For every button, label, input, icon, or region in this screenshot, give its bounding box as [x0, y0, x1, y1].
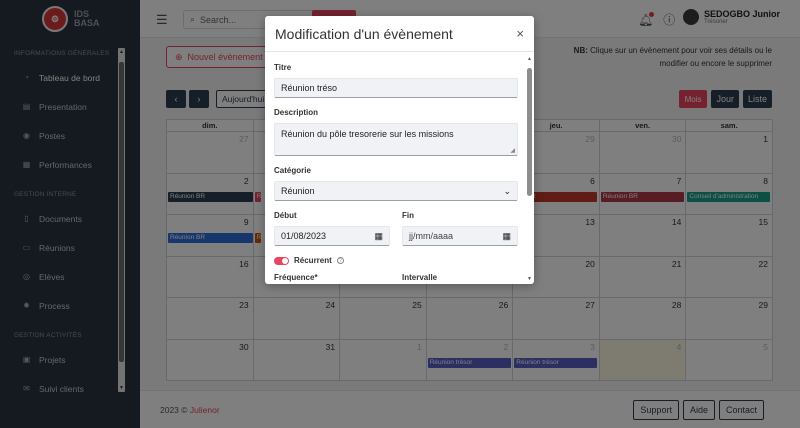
scroll-up-icon[interactable]: ▲: [527, 56, 532, 62]
description-label: Description: [274, 108, 319, 117]
start-date-input[interactable]: 01/08/2023 ▦: [274, 226, 390, 246]
calendar-picker-icon[interactable]: ▦: [502, 231, 511, 242]
title-input[interactable]: Réunion tréso: [274, 78, 518, 98]
title-label: Titre: [274, 63, 292, 72]
modal-header: Modification d'un évènement ×: [265, 16, 534, 52]
interval-label: Intervalle: [402, 273, 438, 282]
category-select[interactable]: Réunion ⌄: [274, 181, 518, 201]
frequency-label: Fréquence*: [274, 273, 318, 282]
scroll-down-icon[interactable]: ▼: [527, 276, 532, 282]
end-date-value: jj/mm/aaaa: [409, 231, 454, 241]
date-row: Début 01/08/2023 ▦ Fin jj/mm/aaaa ▦: [274, 201, 518, 246]
help-circle-icon[interactable]: ?: [336, 257, 344, 264]
start-label: Début: [274, 211, 297, 220]
frequency-row: Fréquence* Intervalle: [274, 273, 518, 282]
modal-title: Modification d'un évènement: [275, 25, 453, 42]
description-value: Réunion du pôle tresorerie sur les missi…: [281, 129, 454, 139]
end-date-input[interactable]: jj/mm/aaaa ▦: [402, 226, 518, 246]
recurrent-label: Récurrent: [294, 256, 332, 265]
resize-handle-icon[interactable]: ◢: [510, 147, 515, 154]
calendar-picker-icon[interactable]: ▦: [374, 231, 383, 242]
recurrent-toggle[interactable]: [274, 256, 289, 265]
modal-scroll-thumb[interactable]: [527, 68, 532, 196]
start-date-value: 01/08/2023: [281, 231, 327, 241]
category-value: Réunion: [281, 186, 315, 196]
edit-event-modal: Modification d'un évènement × Titre Réun…: [265, 16, 534, 284]
category-label: Catégorie: [274, 166, 311, 175]
recurrent-row: Récurrent ?: [274, 256, 518, 265]
close-icon[interactable]: ×: [516, 26, 524, 41]
modal-scrollbar[interactable]: ▲ ▼: [527, 56, 532, 282]
start-date-group: Début 01/08/2023 ▦: [274, 201, 390, 246]
description-textarea[interactable]: Réunion du pôle tresorerie sur les missi…: [274, 123, 518, 156]
modal-body: Titre Réunion tréso Description Réunion …: [265, 53, 527, 284]
title-value: Réunion tréso: [281, 83, 338, 93]
end-date-group: Fin jj/mm/aaaa ▦: [402, 201, 518, 246]
chevron-down-icon: ⌄: [503, 185, 511, 196]
end-label: Fin: [402, 211, 414, 220]
